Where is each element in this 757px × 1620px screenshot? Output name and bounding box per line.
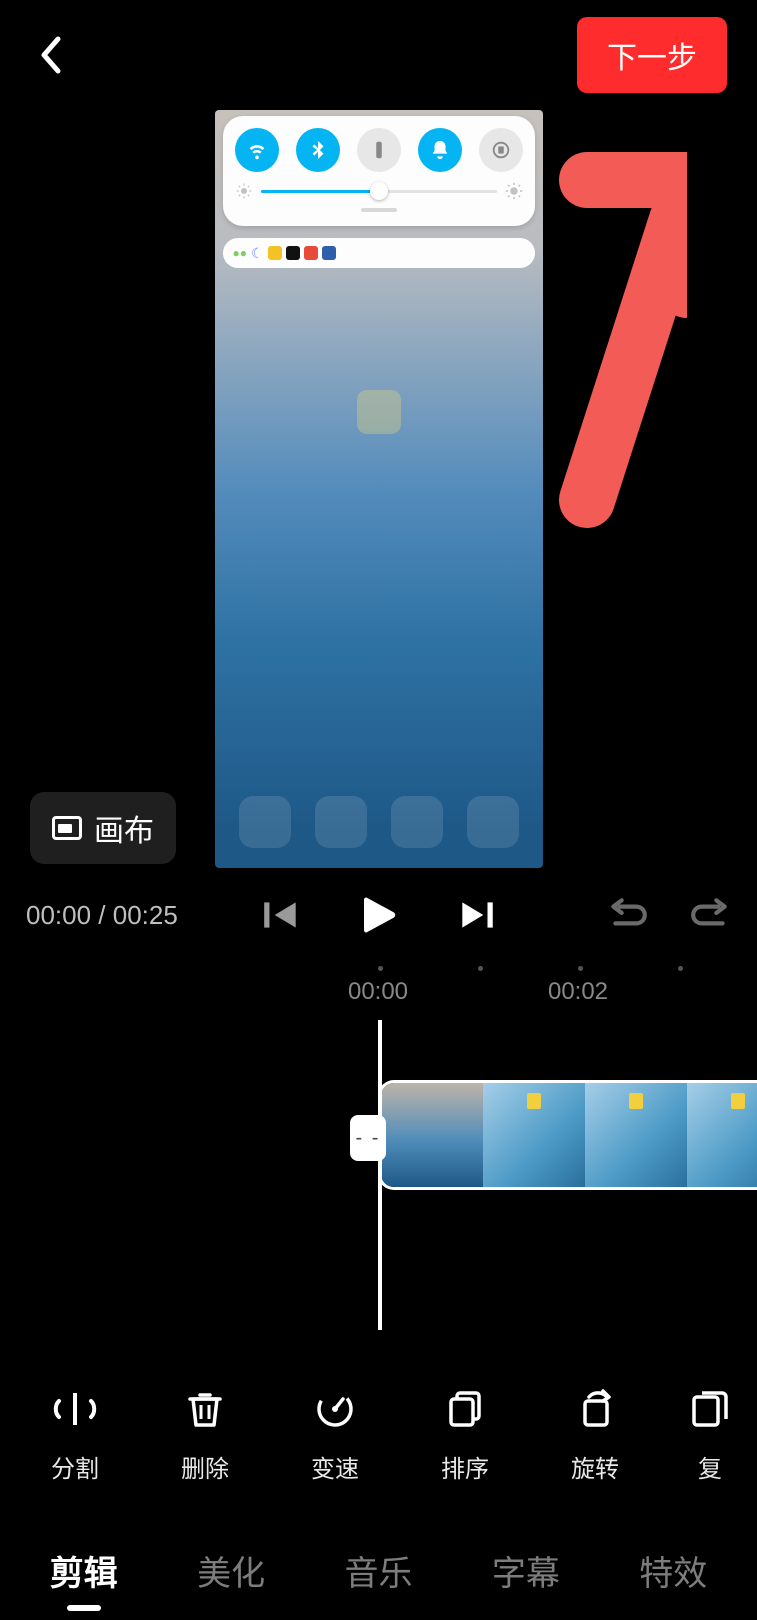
tab-effect[interactable]: 特效 (633, 1536, 713, 1605)
tab-music[interactable]: 音乐 (338, 1536, 418, 1605)
video-frame: ●● ☾ (215, 110, 543, 868)
timeline-mark: 00:00 (348, 978, 408, 1006)
flashlight-icon (357, 128, 401, 172)
tool-label: 删除 (181, 1449, 229, 1484)
tool-copy[interactable]: 复 (660, 1387, 757, 1484)
tool-label: 复 (698, 1449, 722, 1484)
canvas-icon (52, 816, 82, 840)
split-icon (53, 1387, 97, 1431)
prev-frame-button[interactable] (260, 894, 302, 936)
bell-icon (418, 128, 462, 172)
tab-subtitle[interactable]: 字幕 (486, 1536, 566, 1605)
video-preview[interactable]: ●● ☾ 画布 (0, 110, 757, 870)
trim-handle-left[interactable]: - - (350, 1115, 386, 1161)
next-frame-button[interactable] (456, 894, 498, 936)
sort-icon (443, 1387, 487, 1431)
notification-bar: ●● ☾ (223, 238, 535, 268)
trash-icon (183, 1387, 227, 1431)
canvas-button[interactable]: 画布 (30, 792, 176, 864)
play-button[interactable] (354, 890, 404, 940)
next-button[interactable]: 下一步 (577, 17, 727, 93)
tab-beauty[interactable]: 美化 (191, 1536, 271, 1605)
rotate-lock-icon (479, 128, 523, 172)
timeline-mark: 00:02 (548, 978, 608, 1006)
bluetooth-icon (296, 128, 340, 172)
redo-button[interactable] (689, 894, 731, 936)
undo-button[interactable] (607, 894, 649, 936)
tool-delete[interactable]: 删除 (140, 1387, 270, 1484)
tab-edit[interactable]: 剪辑 (44, 1536, 124, 1605)
control-center-panel (223, 116, 535, 226)
video-clip[interactable] (378, 1080, 757, 1190)
wifi-icon (235, 128, 279, 172)
tool-label: 排序 (441, 1449, 489, 1484)
brightness-high-icon (505, 182, 523, 200)
tool-sort[interactable]: 排序 (400, 1387, 530, 1484)
tool-label: 分割 (51, 1449, 99, 1484)
copy-icon (688, 1387, 732, 1431)
brightness-low-icon (235, 182, 253, 200)
canvas-label: 画布 (94, 806, 154, 850)
tool-rotate[interactable]: 旋转 (530, 1387, 660, 1484)
home-app-icon (357, 390, 401, 434)
back-button[interactable] (30, 35, 70, 75)
rotate-icon (573, 1387, 617, 1431)
dock (215, 796, 543, 848)
speed-icon (313, 1387, 357, 1431)
playhead[interactable] (378, 1020, 382, 1330)
tool-split[interactable]: 分割 (10, 1387, 140, 1484)
brightness-slider (261, 190, 497, 193)
tool-label: 变速 (311, 1449, 359, 1484)
time-display: 00:00 / 00:25 (26, 900, 178, 931)
timeline[interactable]: 00:00 00:02 - - (0, 960, 757, 1350)
tool-speed[interactable]: 变速 (270, 1387, 400, 1484)
tool-label: 旋转 (571, 1449, 619, 1484)
